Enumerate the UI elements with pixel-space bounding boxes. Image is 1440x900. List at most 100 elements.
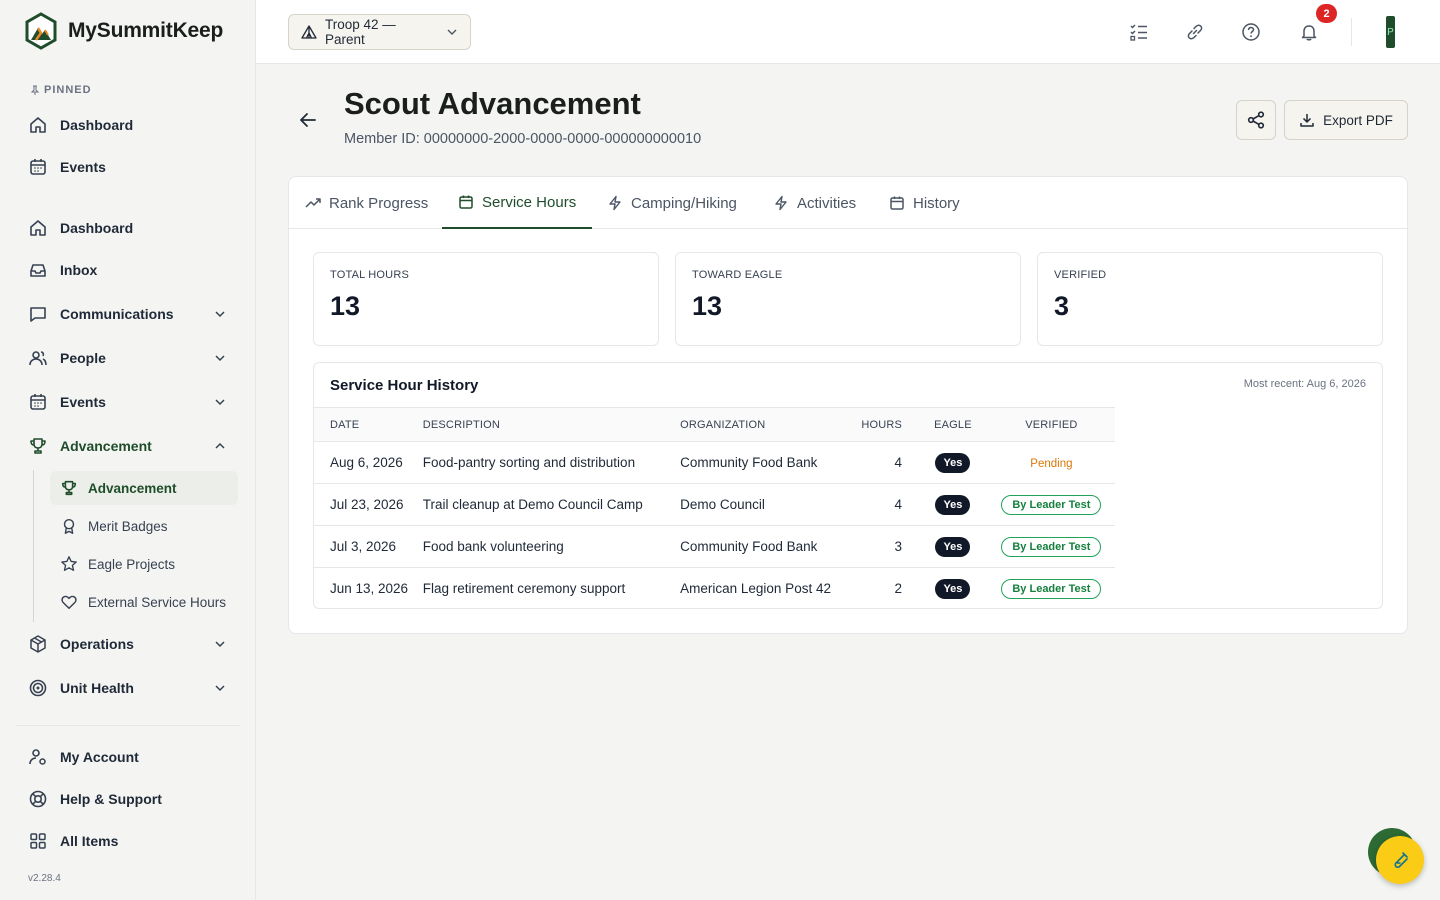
share-button[interactable] [1236,100,1276,140]
sidebar-item-my-account[interactable]: My Account [16,739,240,775]
tab-history[interactable]: History [873,177,976,229]
pinned-item-events[interactable]: Events [16,149,240,185]
chevron-down-icon [214,682,226,694]
back-arrow-icon[interactable] [296,108,320,132]
sidebar-item-unit-health[interactable]: Unit Health [16,670,240,706]
download-icon [1299,112,1315,128]
table-row[interactable]: Aug 6, 2026 Food-pantry sorting and dist… [314,441,1115,484]
tab-rank-progress[interactable]: Rank Progress [289,177,444,229]
eagle-badge: Yes [935,578,971,599]
cell-organization: Demo Council [680,483,845,526]
link-icon[interactable] [1183,20,1207,44]
sidebar-divider [16,725,240,726]
cell-date: Jul 23, 2026 [314,483,423,526]
stat-toward-eagle: TOWARD EAGLE 13 [675,252,1021,346]
cell-verified: By Leader Test [988,568,1115,610]
table-row[interactable]: Jul 3, 2026 Food bank volunteering Commu… [314,525,1115,568]
trend-icon [305,195,321,211]
calendar-icon [458,194,474,210]
sidebar-item-operations[interactable]: Operations [16,626,240,662]
advancement-card: Rank Progress Service Hours Camping/Hiki… [288,176,1408,634]
table-header-row: DATE DESCRIPTION ORGANIZATION HOURS EAGL… [314,407,1115,442]
history-title: Service Hour History [330,377,479,394]
brand-name: MySummitKeep [68,19,224,42]
service-hours-table: DATE DESCRIPTION ORGANIZATION HOURS EAGL… [314,407,1115,610]
bolt-icon [773,195,789,211]
notification-count-badge: 2 [1316,4,1337,23]
bell-icon[interactable] [1297,20,1321,44]
page-title: Scout Advancement [344,86,641,121]
cell-description: Flag retirement ceremony support [422,581,626,597]
cell-description: Trail cleanup at Demo Council Camp [422,483,681,526]
inbox-icon [28,260,48,280]
share-icon [1246,110,1266,130]
grid-icon [28,831,48,851]
sidebar-item-all-items[interactable]: All Items [16,823,240,859]
column-header-eagle: EAGLE [918,407,988,442]
bolt-icon [607,195,623,211]
chevron-up-icon [214,440,226,452]
sidebar-subitem-external-service-hours[interactable]: External Service Hours [50,585,238,619]
stat-verified: VERIFIED 3 [1037,252,1383,346]
service-hour-history: Service Hour History Most recent: Aug 6,… [313,362,1383,609]
export-pdf-button[interactable]: Export PDF [1284,100,1408,140]
status-badge-pending: Pending [1030,458,1073,470]
sidebar-subitem-merit-badges[interactable]: Merit Badges [50,509,238,543]
help-icon[interactable] [1239,20,1263,44]
sidebar-item-communications[interactable]: Communications [16,296,240,332]
chat-icon [28,304,48,324]
tab-service-hours[interactable]: Service Hours [442,177,593,229]
table-row[interactable]: Jun 13, 2026 Flag retirement ceremony su… [314,568,1115,610]
sidebar-subitem-eagle-projects[interactable]: Eagle Projects [50,547,238,581]
brand[interactable]: MySummitKeep [24,12,223,50]
top-bar: Troop 42 — Parent 2 P [256,0,1440,64]
cell-organization: Community Food Bank [680,525,845,568]
cell-organization: Community Food Bank [680,441,845,484]
sidebar-subitem-advancement[interactable]: Advancement [50,471,238,505]
table-row[interactable]: Jul 23, 2026 Trail cleanup at Demo Counc… [314,483,1115,526]
pinned-item-dashboard[interactable]: Dashboard [16,107,240,143]
avatar[interactable]: P [1386,16,1395,48]
user-gear-icon [28,747,48,767]
cell-verified: Pending [987,441,1115,484]
cell-eagle: Yes [918,568,988,610]
sidebar-item-events[interactable]: Events [16,384,240,420]
stat-value: 3 [1054,291,1070,321]
chevron-down-icon [214,638,226,650]
cell-date: Aug 6, 2026 [314,441,423,484]
box-icon [28,634,48,654]
pinned-section-label: PINNED [30,84,92,96]
star-icon [60,555,78,573]
cell-hours: 4 [844,483,919,526]
status-badge-verified: By Leader Test [1001,536,1102,557]
sidebar-item-advancement[interactable]: Advancement [16,428,240,464]
sidebar-item-help-support[interactable]: Help & Support [16,781,240,817]
people-icon [28,348,48,368]
sidebar-item-people[interactable]: People [16,340,240,376]
trophy-icon [60,479,78,497]
tab-bar: Rank Progress Service Hours Camping/Hiki… [289,177,1407,229]
stat-value: 13 [692,291,723,321]
stat-value: 13 [330,291,361,321]
tab-camping-hiking[interactable]: Camping/Hiking [591,177,753,229]
chevron-down-icon [214,396,226,408]
target-icon [28,678,48,698]
cell-hours: 2 [894,581,903,597]
tab-activities[interactable]: Activities [757,177,872,229]
floating-action-button[interactable] [1376,836,1424,884]
checklist-icon[interactable] [1127,20,1151,44]
submenu-guide-line [33,470,34,622]
test-tube-icon [1391,851,1409,869]
stat-label: TOTAL HOURS [330,269,410,281]
eagle-badge: Yes [935,452,971,473]
sidebar-item-dashboard[interactable]: Dashboard [16,210,240,246]
calendar-icon [889,195,905,211]
sidebar: MySummitKeep PINNED Dashboard Events Das… [0,0,256,900]
stat-total-hours: TOTAL HOURS 13 [313,252,659,346]
cell-organization: American Legion Post 42 [680,581,831,597]
sidebar-item-inbox[interactable]: Inbox [16,252,240,288]
badge-icon [60,517,78,535]
troop-role-select[interactable]: Troop 42 — Parent [288,14,471,50]
column-header-description: DESCRIPTION [422,407,681,442]
calendar-icon [28,392,48,412]
